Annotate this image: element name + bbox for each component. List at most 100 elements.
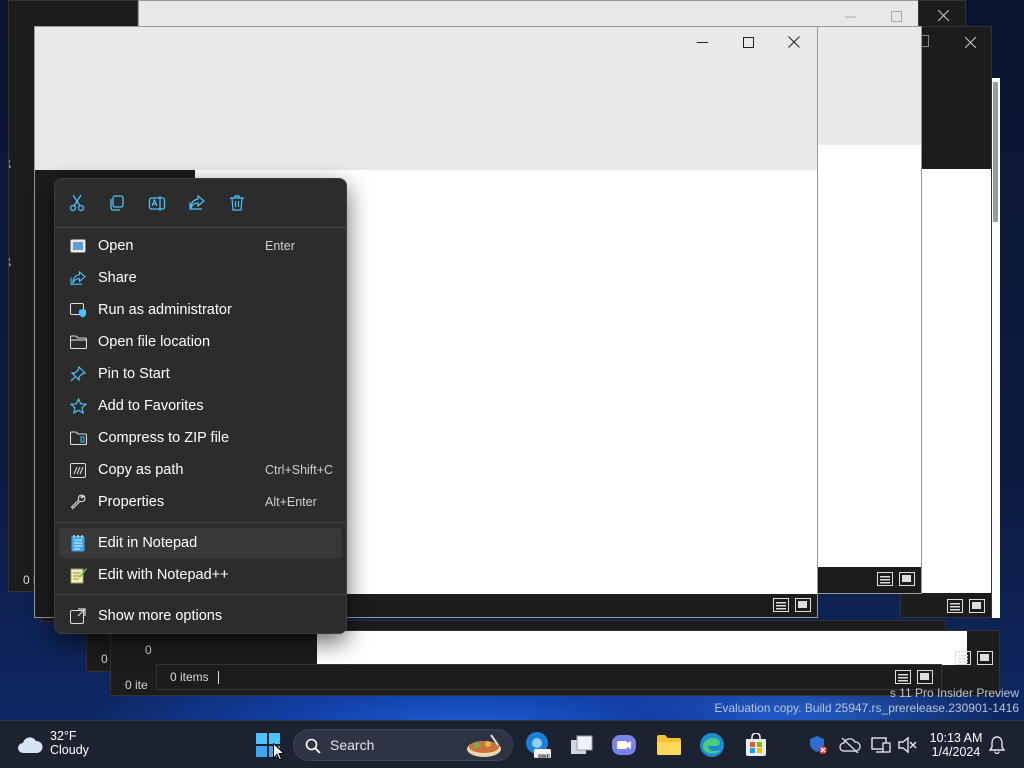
menu-item-label: Properties	[98, 494, 165, 510]
search-input[interactable]: Search	[293, 729, 513, 761]
copy-button[interactable]	[107, 193, 127, 213]
side-fragment-2: R	[9, 255, 11, 269]
menu-item-label: Add to Favorites	[98, 398, 204, 414]
menu-item-label: Edit with Notepad++	[98, 567, 229, 583]
tray-onedrive[interactable]	[838, 733, 862, 757]
menu-item-edit-in-notepad[interactable]: Edit in Notepad	[59, 528, 342, 558]
taskbar-store[interactable]	[742, 729, 770, 761]
taskbar: 32°F Cloudy Search PRE 10:13 AM 1/4/2024	[0, 720, 1024, 768]
close-button[interactable]	[920, 1, 965, 27]
menu-item-add-to-favorites[interactable]: Add to Favorites	[59, 391, 342, 421]
view-toggle[interactable]	[773, 598, 811, 612]
taskbar-teams[interactable]	[610, 729, 638, 761]
menu-separator	[55, 594, 346, 595]
taskbar-task-view[interactable]	[568, 729, 596, 761]
menu-item-accelerator: Ctrl+Shift+C	[265, 463, 334, 477]
more-options-icon	[69, 607, 87, 625]
menu-item-label: Edit in Notepad	[98, 535, 198, 551]
menu-item-label: Run as administrator	[98, 302, 232, 318]
scrollbar-thumb[interactable]	[993, 82, 998, 222]
tiles-view-icon[interactable]	[977, 651, 993, 665]
network-icon	[871, 737, 891, 753]
menu-item-edit-with-notepad-plus-plus[interactable]: Edit with Notepad++	[59, 560, 342, 590]
view-toggle[interactable]	[947, 599, 985, 613]
weather-widget[interactable]: 32°F Cloudy	[16, 729, 106, 761]
tray-volume[interactable]	[896, 733, 918, 757]
rename-icon	[148, 196, 166, 211]
notification-button[interactable]	[986, 733, 1008, 757]
text-cursor	[218, 671, 219, 684]
cloud-icon	[18, 737, 43, 753]
menu-separator	[55, 227, 346, 228]
menu-item-label: Show more options	[98, 608, 223, 624]
explorer-window-bottom-front[interactable]: 0 items	[156, 664, 942, 690]
tiles-view-icon[interactable]	[795, 598, 811, 612]
menu-item-accelerator: Enter	[265, 239, 295, 253]
menu-item-copy-as-path[interactable]: Copy as path Ctrl+Shift+C	[59, 455, 342, 485]
evaluation-watermark-line2: Evaluation copy. Build 25947.rs_prerelea…	[714, 701, 1019, 715]
menu-item-pin-to-start[interactable]: Pin to Start	[59, 359, 342, 389]
status-fragment: 0 ite	[125, 678, 148, 692]
teams-chat-icon	[612, 735, 636, 755]
minimize-button[interactable]	[679, 27, 725, 57]
details-view-icon[interactable]	[955, 651, 971, 665]
share-icon	[189, 194, 205, 210]
status-fragment: 0	[145, 643, 152, 657]
bell-icon	[989, 736, 1005, 754]
maximize-button[interactable]	[725, 27, 771, 57]
tiles-view-icon[interactable]	[969, 599, 985, 613]
side-fragment-1: R	[9, 157, 11, 171]
share-button[interactable]	[187, 193, 207, 213]
copy-path-icon	[69, 461, 87, 479]
taskbar-edge[interactable]	[698, 729, 726, 761]
clock[interactable]: 10:13 AM 1/4/2024	[924, 728, 988, 762]
taskbar-file-explorer[interactable]	[654, 729, 684, 761]
notepadpp-icon	[69, 566, 87, 584]
delete-button[interactable]	[227, 193, 247, 213]
details-view-icon[interactable]	[895, 670, 911, 684]
menu-item-properties[interactable]: Properties Alt+Enter	[59, 487, 342, 517]
menu-item-share[interactable]: Share	[59, 263, 342, 293]
cut-button[interactable]	[67, 193, 87, 213]
caption-buttons	[679, 27, 817, 57]
details-view-icon[interactable]	[773, 598, 789, 612]
window-content-area	[317, 631, 967, 665]
open-icon	[69, 237, 87, 255]
menu-item-compress-to-zip[interactable]: Compress to ZIP file	[59, 423, 342, 453]
store-icon	[746, 733, 766, 756]
menu-item-label: Copy as path	[98, 462, 184, 478]
menu-item-run-as-administrator[interactable]: Run as administrator	[59, 295, 342, 325]
view-toggle[interactable]	[877, 572, 915, 586]
scrollbar[interactable]	[992, 78, 1000, 618]
view-toggle[interactable]	[955, 651, 993, 665]
notepad-icon	[69, 534, 87, 552]
tiles-view-icon[interactable]	[917, 670, 933, 684]
menu-item-show-more-options[interactable]: Show more options	[59, 601, 342, 631]
menu-item-open[interactable]: Open Enter	[59, 231, 342, 261]
tiles-view-icon[interactable]	[899, 572, 915, 586]
rename-button[interactable]	[147, 193, 167, 213]
details-view-icon[interactable]	[877, 572, 893, 586]
shield-icon	[69, 301, 87, 319]
clock-date: 1/4/2024	[931, 745, 981, 759]
search-placeholder: Search	[330, 737, 375, 753]
view-toggle[interactable]	[895, 670, 933, 684]
tray-network[interactable]	[870, 733, 892, 757]
cut-icon	[69, 194, 85, 212]
menu-item-label: Compress to ZIP file	[98, 430, 230, 446]
details-view-icon[interactable]	[947, 599, 963, 613]
taskbar-edge-dev[interactable]: PRE	[524, 729, 552, 761]
weather-temperature: 32°F	[50, 729, 77, 743]
search-highlight-icon	[467, 734, 501, 757]
onedrive-offline-icon	[839, 737, 861, 754]
tray-defender[interactable]	[806, 733, 830, 757]
copy-icon	[110, 195, 124, 211]
wrench-icon	[69, 493, 87, 511]
clock-time: 10:13 AM	[929, 731, 983, 745]
close-button[interactable]	[947, 27, 991, 57]
menu-item-open-file-location[interactable]: Open file location	[59, 327, 342, 357]
close-button[interactable]	[771, 27, 817, 57]
menu-separator	[55, 522, 346, 523]
menu-item-label: Share	[98, 270, 137, 286]
explorer-window-far-right[interactable]	[918, 0, 966, 28]
